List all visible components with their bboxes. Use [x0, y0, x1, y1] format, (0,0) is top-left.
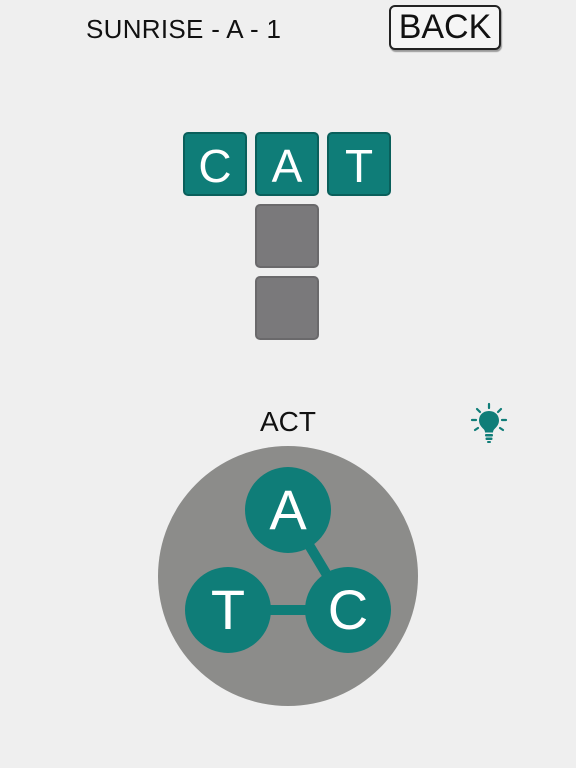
grid-cell-empty: [255, 276, 319, 340]
wheel-letter[interactable]: C: [305, 567, 391, 653]
wheel-letter[interactable]: A: [245, 467, 331, 553]
grid-cell-empty: [255, 204, 319, 268]
grid-cell: A: [255, 132, 319, 196]
wheel-letter[interactable]: T: [185, 567, 271, 653]
grid-cell: C: [183, 132, 247, 196]
grid-cell: T: [327, 132, 391, 196]
current-word: ACT: [260, 406, 316, 437]
back-button[interactable]: BACK: [389, 5, 501, 50]
level-title: SUNRISE - A - 1: [86, 14, 282, 44]
lightbulb-icon[interactable]: [470, 402, 508, 444]
game-screen: SUNRISE - A - 1 BACK C A T ACT A T C: [0, 0, 576, 768]
